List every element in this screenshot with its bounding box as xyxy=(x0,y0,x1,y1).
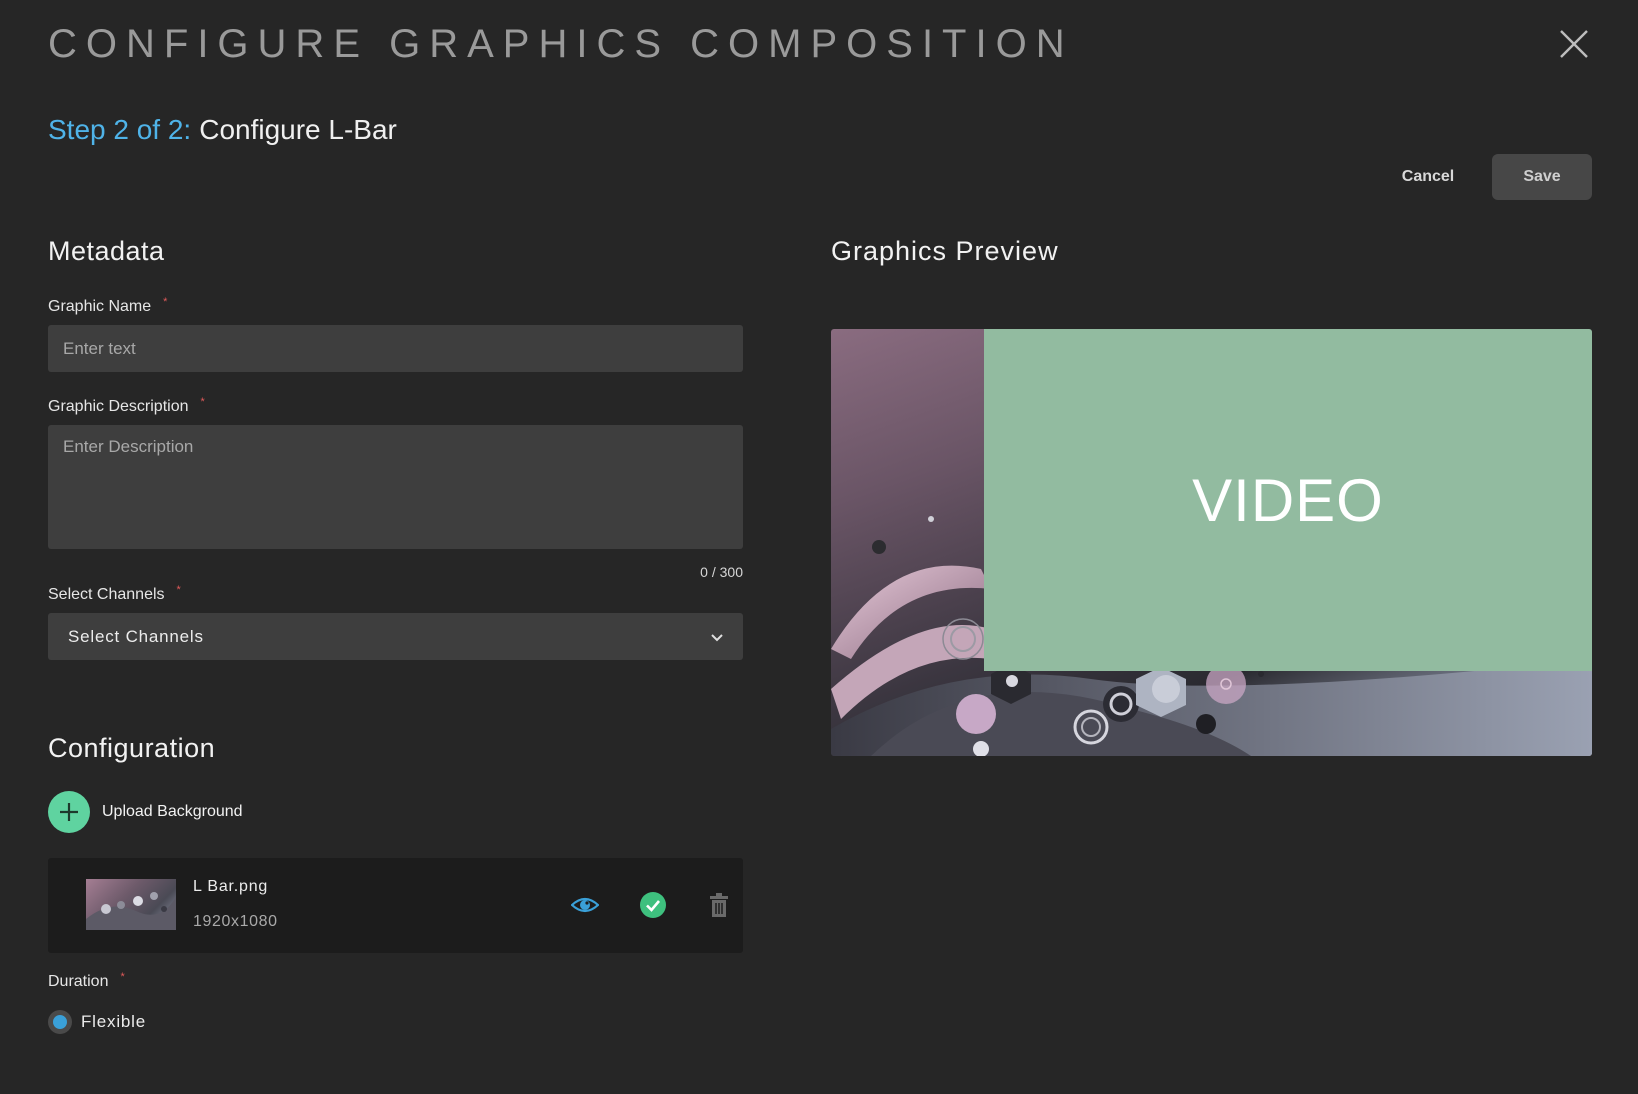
upload-background-button[interactable]: Upload Background xyxy=(48,791,743,833)
graphic-name-input[interactable] xyxy=(48,325,743,372)
select-channels-label-text: Select Channels xyxy=(48,586,165,603)
duration-option-label: Flexible xyxy=(81,1012,146,1031)
upload-background-label: Upload Background xyxy=(102,803,243,820)
step-prefix: Step 2 of 2: xyxy=(48,114,192,145)
file-thumbnail xyxy=(86,879,176,930)
thumbnail-art xyxy=(86,892,176,930)
duration-label: Duration * xyxy=(48,971,743,991)
step-indicator: Step 2 of 2: Configure L-Bar xyxy=(48,114,397,146)
graphics-preview-canvas: VIDEO xyxy=(831,329,1592,756)
graphic-description-label: Graphic Description * xyxy=(48,396,743,416)
graphics-preview-heading: Graphics Preview xyxy=(831,236,1059,266)
file-dimensions: 1920x1080 xyxy=(193,913,278,930)
required-mark: * xyxy=(200,396,205,408)
uploaded-file-card: L Bar.png 1920x1080 xyxy=(48,858,743,953)
select-channels-dropdown[interactable]: Select Channels xyxy=(48,613,743,660)
save-button[interactable]: Save xyxy=(1492,154,1592,200)
close-icon xyxy=(1560,30,1588,58)
check-circle-icon[interactable] xyxy=(639,891,667,919)
video-label: VIDEO xyxy=(1192,466,1384,534)
trash-icon[interactable] xyxy=(709,892,729,918)
step-title: Configure L-Bar xyxy=(199,114,397,145)
required-mark: * xyxy=(176,584,181,596)
metadata-heading: Metadata xyxy=(48,236,165,266)
graphic-description-textarea[interactable] xyxy=(48,425,743,549)
chevron-down-icon xyxy=(711,633,723,641)
configuration-heading: Configuration xyxy=(48,733,216,763)
graphic-name-label-text: Graphic Name xyxy=(48,298,152,315)
cancel-button[interactable]: Cancel xyxy=(1378,154,1478,200)
metadata-panel: Metadata Graphic Name * Graphic Descript… xyxy=(48,236,743,1034)
required-mark: * xyxy=(163,296,168,308)
plus-icon xyxy=(60,803,78,821)
duration-label-text: Duration xyxy=(48,973,109,990)
close-button[interactable] xyxy=(1558,28,1590,60)
graphic-description-label-text: Graphic Description xyxy=(48,398,189,415)
eye-icon[interactable] xyxy=(571,891,599,919)
required-mark: * xyxy=(120,971,125,983)
duration-flexible-radio[interactable]: Flexible xyxy=(48,1010,743,1034)
video-placeholder: VIDEO xyxy=(984,329,1592,671)
radio-selected-dot xyxy=(53,1015,67,1029)
configure-graphics-modal: CONFIGURE GRAPHICS COMPOSITION Step 2 of… xyxy=(0,0,1638,1094)
description-char-counter: 0 / 300 xyxy=(700,564,743,580)
radio-button[interactable] xyxy=(48,1010,72,1034)
select-channels-value: Select Channels xyxy=(68,626,204,646)
graphic-name-label: Graphic Name * xyxy=(48,296,743,316)
modal-title: CONFIGURE GRAPHICS COMPOSITION xyxy=(48,22,1074,66)
file-name: L Bar.png xyxy=(193,878,269,895)
add-circle xyxy=(48,791,90,833)
select-channels-label: Select Channels * xyxy=(48,584,743,604)
